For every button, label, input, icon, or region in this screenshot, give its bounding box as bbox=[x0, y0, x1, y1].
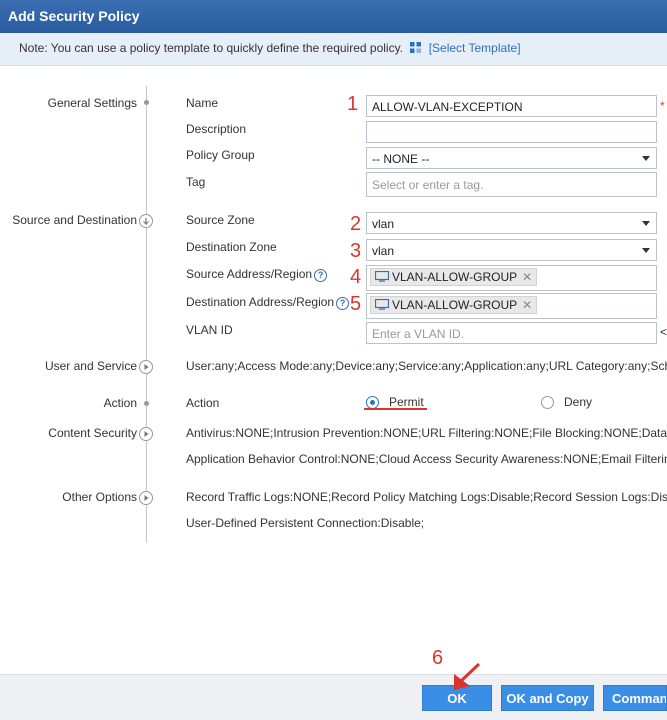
expand-arrow-icon[interactable] bbox=[139, 491, 153, 505]
required-marker: * bbox=[660, 99, 665, 113]
name-input[interactable]: ALLOW-VLAN-EXCEPTION bbox=[366, 95, 657, 117]
expand-arrow-icon[interactable] bbox=[139, 360, 153, 374]
monitor-icon bbox=[375, 271, 389, 282]
pointer-arrow-icon bbox=[454, 662, 481, 690]
destination-zone-select[interactable]: vlan bbox=[366, 239, 657, 261]
section-user-service[interactable]: User and Service bbox=[45, 359, 137, 373]
vlan-id-input[interactable]: Enter a VLAN ID. bbox=[366, 322, 657, 344]
address-chip: VLAN-ALLOW-GROUP ✕ bbox=[370, 268, 538, 286]
section-source-destination[interactable]: Source and Destination bbox=[12, 213, 137, 227]
command-button[interactable]: Command bbox=[603, 685, 667, 711]
description-label: Description bbox=[186, 122, 247, 136]
source-address-label: Source Address/Region? bbox=[186, 267, 328, 282]
description-input[interactable] bbox=[366, 121, 657, 143]
template-icon bbox=[410, 42, 422, 53]
destination-address-label: Destination Address/Region? bbox=[186, 295, 350, 310]
expand-arrow-icon[interactable] bbox=[139, 214, 153, 228]
source-address-input[interactable]: VLAN-ALLOW-GROUP ✕ bbox=[366, 265, 657, 291]
template-note: Note: You can use a policy template to q… bbox=[0, 33, 667, 66]
ok-and-copy-button[interactable]: OK and Copy bbox=[501, 685, 594, 711]
content-security-line: Application Behavior Control:NONE;Cloud … bbox=[186, 452, 667, 466]
source-zone-select[interactable]: vlan bbox=[366, 212, 657, 234]
annotation-number: 5 bbox=[350, 293, 362, 315]
annotation-number: 2 bbox=[350, 213, 362, 235]
highlight-underline bbox=[364, 408, 427, 410]
section-dot bbox=[144, 401, 149, 406]
other-options-line: Record Traffic Logs:NONE;Record Policy M… bbox=[186, 490, 667, 504]
chevron-down-icon[interactable] bbox=[642, 156, 650, 161]
address-chip: VLAN-ALLOW-GROUP ✕ bbox=[370, 296, 538, 314]
annotation-number: 6 bbox=[432, 647, 444, 669]
policy-group-select[interactable]: -- NONE -- bbox=[366, 147, 657, 169]
monitor-icon bbox=[375, 299, 389, 310]
deny-radio[interactable] bbox=[541, 396, 554, 409]
source-zone-label: Source Zone bbox=[186, 213, 255, 227]
destination-address-input[interactable]: VLAN-ALLOW-GROUP ✕ bbox=[366, 293, 657, 319]
other-options-line: User-Defined Persistent Connection:Disab… bbox=[186, 516, 425, 530]
annotation-number: 4 bbox=[350, 266, 362, 288]
section-action: Action bbox=[103, 396, 137, 410]
annotation-number: 3 bbox=[350, 240, 362, 262]
name-label: Name bbox=[186, 96, 219, 110]
vlan-id-label: VLAN ID bbox=[186, 323, 233, 337]
dialog-title: Add Security Policy bbox=[0, 0, 667, 33]
section-other-options[interactable]: Other Options bbox=[62, 490, 137, 504]
section-timeline bbox=[146, 86, 147, 543]
destination-zone-label: Destination Zone bbox=[186, 240, 277, 254]
chevron-down-icon[interactable] bbox=[642, 221, 650, 226]
destination-zone-value: vlan bbox=[372, 244, 395, 258]
chevron-down-icon[interactable] bbox=[642, 248, 650, 253]
deny-label[interactable]: Deny bbox=[564, 395, 592, 409]
section-dot bbox=[144, 100, 149, 105]
annotation-number: 1 bbox=[347, 93, 359, 115]
help-icon[interactable]: ? bbox=[336, 297, 350, 310]
chip-label: VLAN-ALLOW-GROUP bbox=[392, 298, 518, 312]
policy-group-label: Policy Group bbox=[186, 148, 255, 162]
tag-input[interactable]: Select or enter a tag. bbox=[366, 172, 657, 197]
tag-label: Tag bbox=[186, 175, 206, 189]
note-text: Note: You can use a policy template to q… bbox=[19, 41, 404, 55]
close-icon[interactable]: ✕ bbox=[522, 270, 532, 284]
close-icon[interactable]: ✕ bbox=[522, 298, 532, 312]
section-content-security[interactable]: Content Security bbox=[48, 426, 137, 440]
chip-label: VLAN-ALLOW-GROUP bbox=[392, 270, 518, 284]
source-address-label-text: Source Address/Region bbox=[186, 267, 313, 281]
content-security-line: Antivirus:NONE;Intrusion Prevention:NONE… bbox=[186, 426, 667, 440]
destination-address-label-text: Destination Address/Region bbox=[186, 295, 335, 309]
vlan-id-trailing: < bbox=[660, 325, 667, 339]
select-template-link[interactable]: [Select Template] bbox=[429, 41, 521, 55]
policy-group-value: -- NONE -- bbox=[372, 152, 430, 166]
user-service-summary: User:any;Access Mode:any;Device:any;Serv… bbox=[186, 359, 667, 373]
action-label: Action bbox=[186, 396, 220, 410]
source-zone-value: vlan bbox=[372, 217, 395, 231]
section-general-settings: General Settings bbox=[47, 96, 137, 110]
expand-arrow-icon[interactable] bbox=[139, 427, 153, 441]
permit-label[interactable]: Permit bbox=[389, 395, 424, 409]
help-icon[interactable]: ? bbox=[314, 269, 328, 282]
